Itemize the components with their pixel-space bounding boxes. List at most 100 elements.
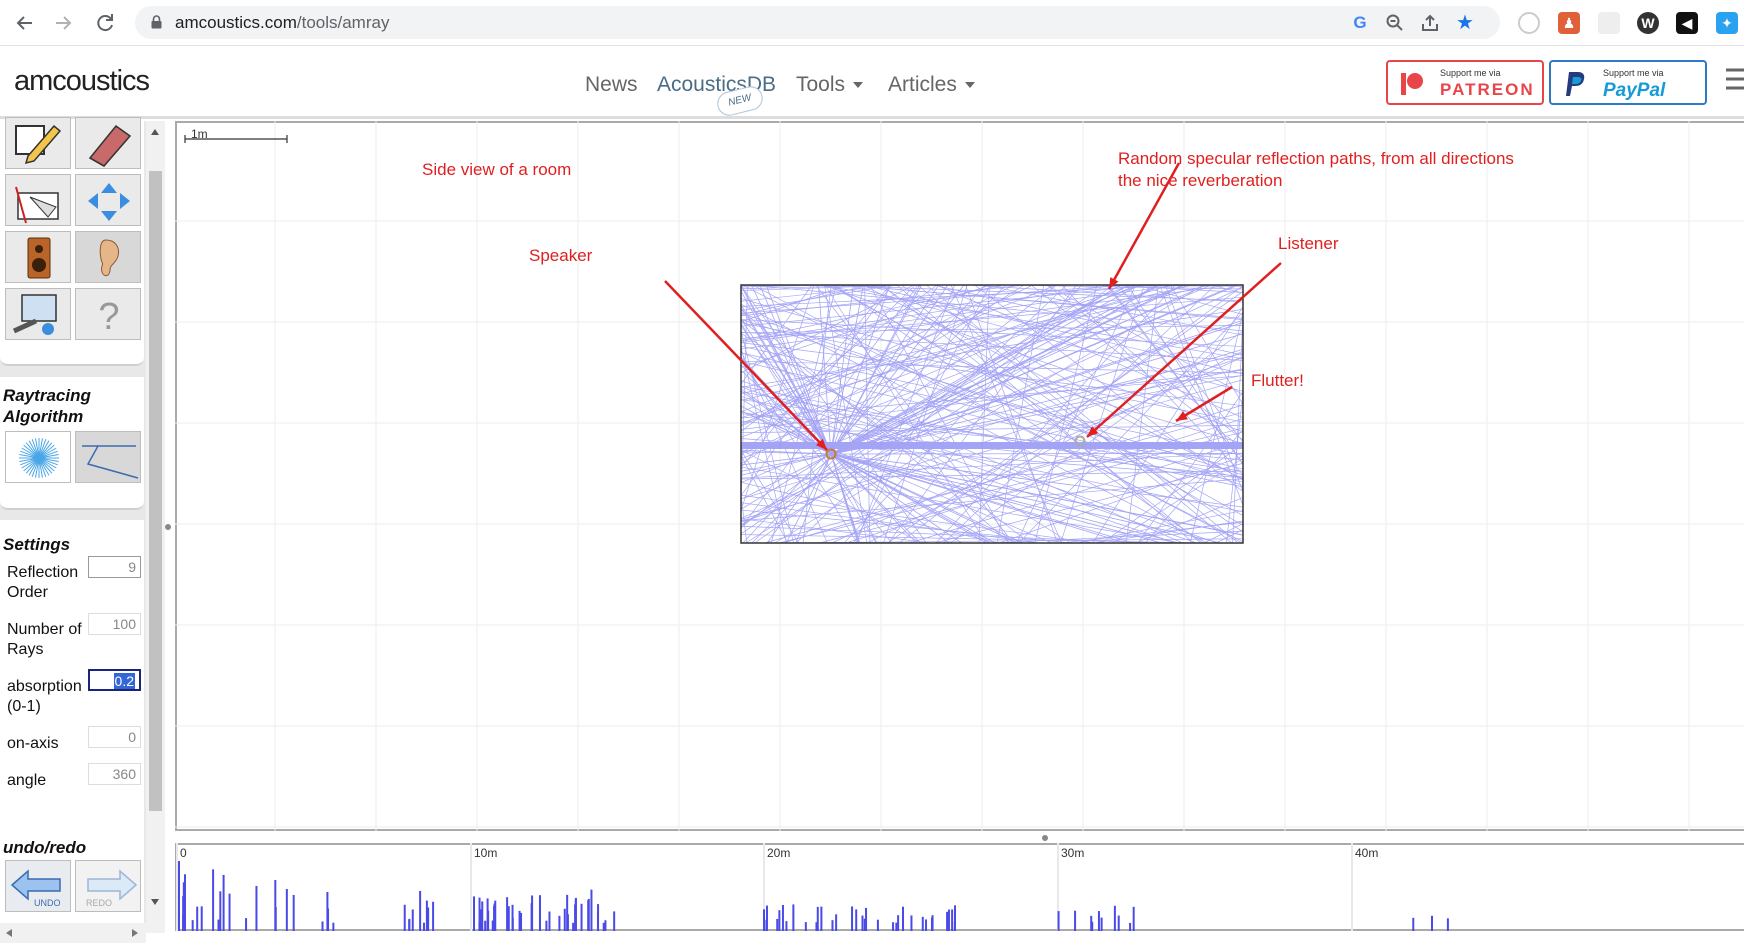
extension-icon[interactable] — [1518, 12, 1540, 34]
pencil-tool-button[interactable] — [5, 117, 71, 169]
scroll-right-icon[interactable] — [132, 929, 138, 937]
undo-redo-box: undo/redo UNDO REDO — [0, 827, 144, 933]
nav-news[interactable]: News — [585, 73, 638, 97]
echo-bar — [946, 911, 949, 931]
patreon-button[interactable]: Support me via PATREON — [1386, 60, 1544, 105]
timeline-tick-label: 0 — [180, 846, 187, 860]
address-bar[interactable]: amcoustics.com/tools/amray G ★ — [135, 6, 1500, 39]
echo-bar — [910, 915, 913, 931]
echo-bar — [566, 914, 569, 931]
annotation-reverberation: the nice reverberation — [1118, 171, 1283, 190]
wall-icon — [15, 186, 59, 224]
extension-icon[interactable] — [1598, 12, 1620, 34]
reflection-order-input[interactable]: 9 — [88, 556, 141, 578]
reload-icon[interactable] — [90, 8, 120, 38]
ear-icon — [99, 239, 119, 277]
eraser-tool-button[interactable] — [75, 117, 141, 169]
speaker-tool-button[interactable] — [5, 231, 71, 283]
svg-text:?: ? — [98, 296, 119, 338]
back-icon[interactable] — [10, 8, 40, 38]
extension-icon[interactable]: ♟ — [1558, 12, 1580, 34]
panel-resize-handle[interactable] — [165, 524, 171, 530]
echo-bar — [954, 905, 957, 931]
echo-bar — [321, 921, 324, 931]
echo-bar — [1431, 915, 1434, 931]
settings-tool-button[interactable] — [5, 288, 71, 340]
echo-bar — [776, 918, 779, 931]
redo-button[interactable]: REDO — [75, 860, 141, 912]
echo-bar — [491, 920, 494, 931]
paypal-icon — [1566, 72, 1585, 96]
forward-icon[interactable] — [48, 8, 78, 38]
help-tool-button[interactable]: ? — [75, 288, 141, 340]
zoom-icon[interactable] — [1385, 13, 1405, 33]
echo-bar — [816, 906, 819, 931]
echo-bar — [1113, 905, 1116, 931]
speaker-icon — [27, 237, 51, 279]
echo-bar — [411, 909, 414, 931]
annotation-speaker: Speaker — [529, 246, 593, 265]
echo-bar — [785, 921, 788, 931]
bookmark-star-icon[interactable]: ★ — [1455, 13, 1475, 33]
echo-bar — [222, 874, 225, 931]
echo-bar — [285, 888, 288, 931]
nav-articles[interactable]: Articles — [888, 73, 975, 97]
scroll-down-icon[interactable] — [151, 899, 159, 905]
echo-bar — [478, 897, 481, 931]
timeline-tick-label: 20m — [767, 846, 791, 860]
nav-tools[interactable]: Tools — [796, 73, 864, 97]
on-axis-input[interactable]: 0 — [88, 726, 141, 748]
url-text[interactable]: amcoustics.com/tools/amray — [175, 13, 389, 33]
browser-toolbar: amcoustics.com/tools/amray G ★ ♟ W ◀ ✦ — [0, 0, 1744, 46]
echo-bar — [484, 920, 487, 931]
site-logo[interactable]: amcoustics — [14, 65, 150, 98]
echo-bar — [951, 909, 954, 931]
eraser-icon — [88, 124, 132, 167]
scrollbar-thumb[interactable] — [149, 171, 162, 811]
raytracing-burst-button[interactable] — [5, 431, 71, 483]
chevron-down-icon — [853, 82, 864, 89]
move-tool-button[interactable] — [75, 174, 141, 226]
echo-bar — [1100, 917, 1103, 931]
share-icon[interactable] — [1420, 13, 1440, 33]
undo-button[interactable]: UNDO — [5, 860, 71, 912]
echo-bar — [572, 922, 575, 931]
echo-bar — [792, 904, 795, 931]
room-drawing[interactable] — [175, 121, 1744, 831]
tool-panel: ? Raytracing Algorithm Settings Reflecti… — [0, 117, 146, 933]
room-canvas[interactable]: 1m Side view of a room Random specular r… — [175, 121, 1744, 831]
scroll-left-icon[interactable] — [6, 929, 12, 937]
angle-input[interactable]: 360 — [88, 763, 141, 785]
timeline-tick-label: 10m — [474, 846, 498, 860]
echo-bar — [865, 907, 868, 931]
google-icon[interactable]: G — [1350, 13, 1370, 33]
echo-bar — [245, 918, 248, 931]
scroll-up-icon[interactable] — [151, 129, 159, 135]
setting-label: angle — [7, 772, 47, 789]
listener-tool-button[interactable] — [75, 231, 141, 283]
url-path: /tools/amray — [296, 13, 390, 32]
undo-label: UNDO — [34, 898, 61, 908]
echogram-timeline[interactable]: 0 10m 20m 30m 40m — [175, 843, 1744, 931]
extension-icon[interactable]: ◀ — [1676, 12, 1698, 34]
panel-scrollbar[interactable] — [146, 121, 165, 933]
echo-bar — [820, 906, 823, 931]
raytracing-path-button[interactable] — [75, 431, 141, 483]
number-of-rays-input[interactable]: 100 — [88, 613, 141, 635]
extension-icon[interactable]: ✦ — [1716, 12, 1738, 34]
extension-icon[interactable]: W — [1637, 12, 1659, 34]
echo-bar — [892, 922, 895, 931]
absorption-input[interactable]: 0.2 — [88, 669, 141, 691]
echo-bar — [778, 910, 781, 931]
echo-bar — [1129, 922, 1132, 931]
echo-bar — [855, 909, 858, 931]
undo-redo-title: undo/redo — [3, 838, 87, 857]
menu-icon[interactable] — [1724, 65, 1744, 93]
paypal-button[interactable]: Support me via PayPal — [1549, 60, 1707, 105]
echo-bar — [1446, 918, 1449, 931]
lock-icon — [151, 15, 162, 29]
timeline-resize-handle[interactable] — [1042, 835, 1048, 841]
wall-tool-button[interactable] — [5, 174, 71, 226]
echo-bar — [481, 901, 484, 931]
bottom-scrollbar[interactable] — [0, 923, 146, 943]
